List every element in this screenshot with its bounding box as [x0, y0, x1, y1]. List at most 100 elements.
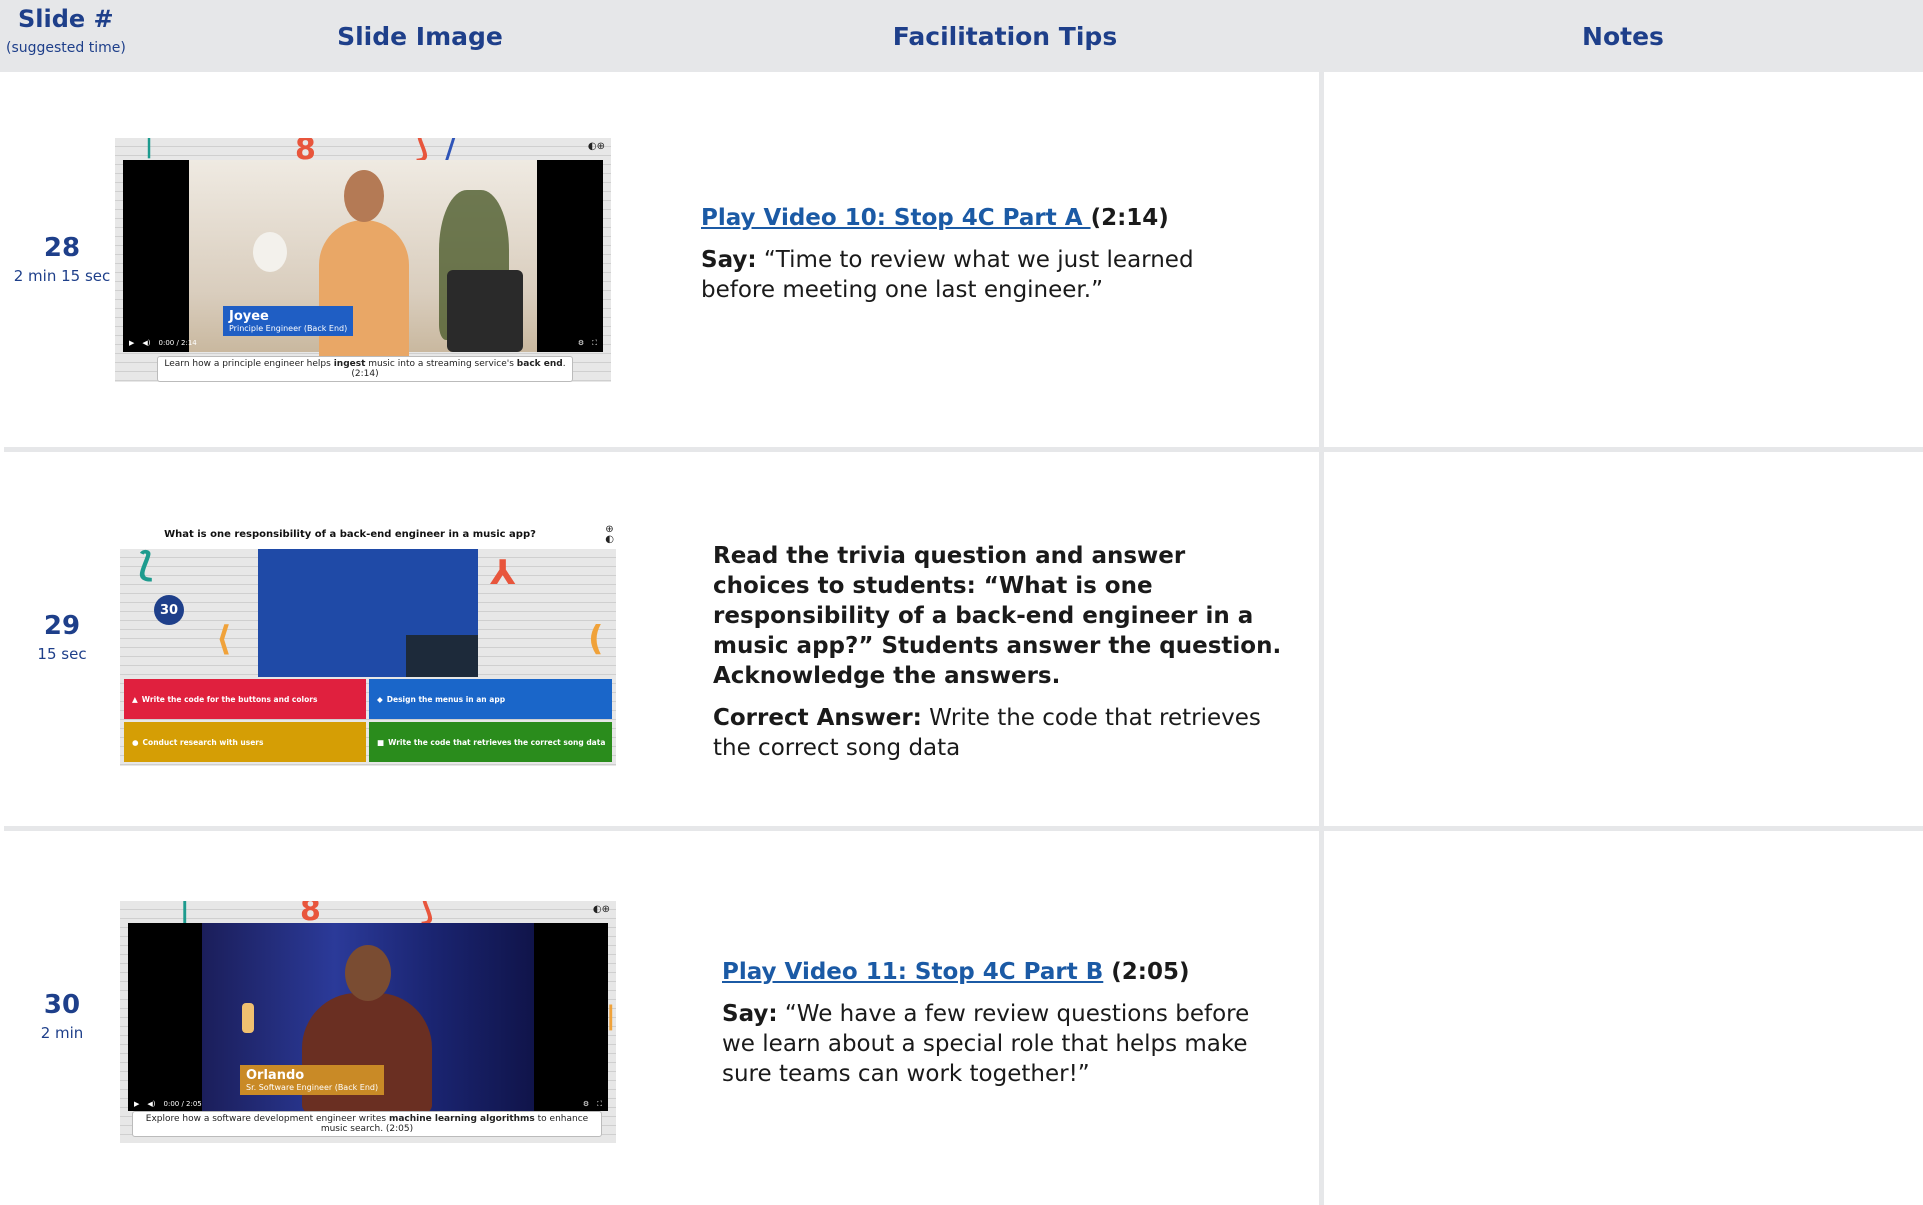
table-header: Slide # (suggested time) Slide Image Fac…: [0, 0, 1923, 72]
slide-number: 29: [43, 611, 81, 641]
caption-text: music into a streaming service's: [365, 359, 517, 369]
slide-number-29: 29 15 sec: [0, 611, 124, 663]
volume-icon[interactable]: ◀): [142, 339, 150, 347]
settings-icon[interactable]: ⚙: [583, 1100, 589, 1108]
say-text: “We have a few review questions before w…: [722, 1001, 1250, 1087]
slide-number: 30: [43, 990, 81, 1020]
video-caption: Explore how a software development engin…: [132, 1111, 602, 1137]
caption-bold: back end: [516, 359, 563, 369]
top-controls-icon: ⊕ ◐: [605, 524, 614, 545]
decorative-glyph: ⟨: [216, 619, 232, 659]
name-tag: Joyee Principle Engineer (Back End): [223, 306, 354, 336]
answer-text: Design the menus in an app: [386, 694, 506, 704]
facilitation-tips-29: Read the trivia question and answer choi…: [713, 541, 1283, 775]
settings-icon[interactable]: ⚙: [578, 339, 584, 347]
play-icon[interactable]: ▶: [134, 1100, 139, 1108]
top-controls-icon: ◐⊕: [587, 141, 605, 152]
top-controls-icon: ◐⊕: [592, 904, 610, 915]
answer-option-4[interactable]: ■ Write the code that retrieves the corre…: [369, 722, 612, 762]
decorative-glyph: |: [180, 901, 190, 925]
header-slide-number: Slide # (suggested time): [6, 0, 126, 72]
fullscreen-icon[interactable]: ⛶: [597, 1100, 602, 1109]
say-label: Say:: [701, 247, 757, 273]
video-caption: Learn how a principle engineer helps ing…: [157, 356, 573, 382]
video-link-line: Play Video 11: Stop 4C Part B (2:05): [722, 957, 1282, 987]
answer-text: Write the code for the buttons and color…: [141, 694, 318, 704]
decorative-glyph: ⟅: [138, 549, 154, 585]
diamond-icon: ◆: [377, 694, 383, 704]
video-player[interactable]: Orlando Sr. Software Engineer (Back End)…: [128, 923, 608, 1113]
fullscreen-icon[interactable]: ⛶: [592, 339, 597, 348]
quiz-timer: 30: [154, 595, 184, 625]
video-controls: ▶ ◀) 0:00 / 2:14 ⚙ ⛶: [129, 338, 597, 348]
correct-answer-line: Correct Answer: Write the code that retr…: [713, 703, 1283, 763]
slide-thumbnail-30[interactable]: | 8 ⟆ | ◐⊕ Orlando Sr. Software Engineer…: [120, 901, 616, 1143]
say-line: Say: “We have a few review questions bef…: [722, 999, 1282, 1089]
quiz-media-detail: [406, 635, 478, 677]
play-icon[interactable]: ▶: [129, 339, 134, 347]
decorative-glyph: ⅄: [490, 553, 516, 593]
trivia-instruction: Read the trivia question and answer choi…: [713, 543, 1282, 689]
suggested-time: 2 min: [40, 1024, 84, 1042]
header-facilitation-tips: Facilitation Tips: [892, 21, 1118, 51]
slide-number: 28: [43, 233, 81, 263]
row-divider: [4, 826, 1923, 831]
name-tag-name: Orlando: [246, 1068, 305, 1083]
slide-number-28: 28 2 min 15 sec: [0, 233, 124, 285]
caption-bold: ingest: [333, 359, 366, 369]
video-duration: (2:05): [1103, 959, 1190, 985]
volume-icon[interactable]: ◀): [147, 1100, 155, 1108]
header-slide-number-label: Slide #: [18, 5, 114, 33]
name-tag-role: Principle Engineer (Back End): [229, 324, 348, 333]
header-notes: Notes: [1582, 21, 1664, 51]
video-link-line: Play Video 10: Stop 4C Part A (2:14): [701, 203, 1261, 233]
answer-text: Write the code that retrieves the correc…: [388, 737, 606, 747]
suggested-time: 15 sec: [37, 645, 87, 663]
answer-option-2[interactable]: ◆ Design the menus in an app: [369, 679, 612, 719]
header-slide-image: Slide Image: [337, 21, 503, 51]
name-tag-role: Sr. Software Engineer (Back End): [246, 1083, 379, 1092]
say-text: “Time to review what we just learned bef…: [701, 247, 1194, 303]
say-label: Say:: [722, 1001, 778, 1027]
video-duration: (2:14): [1090, 205, 1169, 231]
play-video-link[interactable]: Play Video 11: Stop 4C Part B: [722, 959, 1103, 985]
video-controls: ▶ ◀) 0:00 / 2:05 ⚙ ⛶: [134, 1099, 602, 1109]
facilitation-tips-30: Play Video 11: Stop 4C Part B (2:05) Say…: [722, 957, 1282, 1101]
notes-column-divider: [1319, 72, 1324, 1205]
slide-thumbnail-29[interactable]: What is one responsibility of a back-end…: [120, 521, 616, 766]
say-line: Say: “Time to review what we just learne…: [701, 245, 1261, 305]
slide-number-30: 30 2 min: [0, 990, 124, 1042]
suggested-time: 2 min 15 sec: [13, 267, 111, 285]
quiz-question: What is one responsibility of a back-end…: [120, 529, 580, 540]
header-suggested-time-label: (suggested time): [6, 40, 126, 56]
play-video-link[interactable]: Play Video 10: Stop 4C Part A: [701, 205, 1091, 231]
correct-answer-label: Correct Answer:: [713, 705, 922, 731]
answer-text: Conduct research with users: [142, 737, 264, 747]
video-time: 0:00 / 2:14: [158, 339, 197, 347]
name-tag-name: Joyee: [229, 309, 269, 324]
presenter-figure: [302, 993, 432, 1113]
presenter-head: [344, 170, 384, 222]
vase-decor: [253, 232, 287, 272]
video-time: 0:00 / 2:05: [163, 1100, 202, 1108]
lamp-decor: [242, 1003, 254, 1033]
slide-thumbnail-28[interactable]: 8 ⟆ | | / ◐⊕ Joyee Principle Engineer (B…: [115, 138, 611, 382]
quiz-stage: ⟅ ⅄ ⟨ ( 30 ▲ Write the code for the butto…: [120, 549, 616, 766]
facilitation-tips-28: Play Video 10: Stop 4C Part A (2:14) Say…: [701, 203, 1261, 317]
answer-option-3[interactable]: ● Conduct research with users: [124, 722, 366, 762]
caption-text: Explore how a software development engin…: [145, 1114, 389, 1124]
decorative-glyph: (: [588, 619, 604, 659]
decorative-glyph: |: [145, 138, 154, 159]
video-player[interactable]: Joyee Principle Engineer (Back End) ▶ ◀)…: [123, 160, 603, 370]
circle-icon: ●: [132, 737, 139, 747]
square-icon: ■: [377, 737, 385, 747]
presenter-head: [345, 945, 391, 1001]
name-tag: Orlando Sr. Software Engineer (Back End): [240, 1065, 385, 1095]
caption-text: Learn how a principle engineer helps: [164, 359, 334, 369]
answer-option-1[interactable]: ▲ Write the code for the buttons and colo…: [124, 679, 366, 719]
question-text: What is one responsibility of a: [164, 529, 340, 540]
question-bold: back-end: [339, 529, 392, 540]
caption-bold: machine learning algorithms: [388, 1114, 535, 1124]
triangle-icon: ▲: [132, 694, 138, 704]
row-divider: [4, 447, 1923, 452]
